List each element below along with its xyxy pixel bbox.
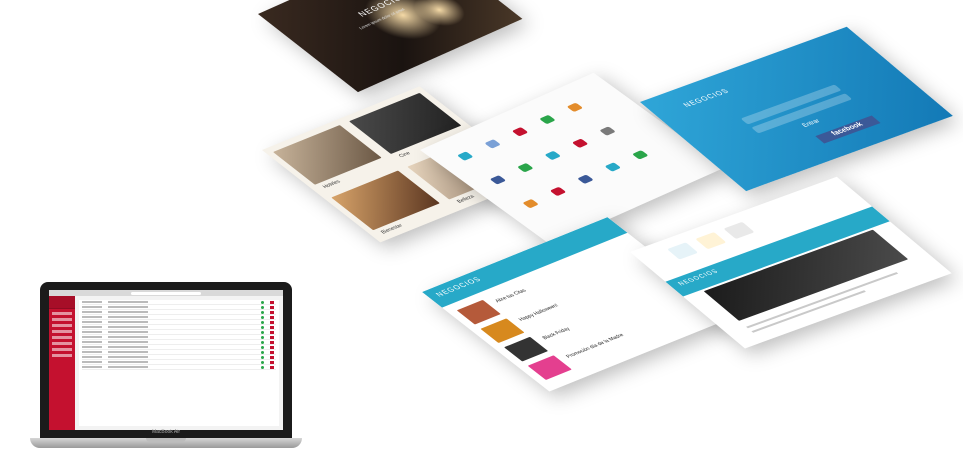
table-row[interactable] xyxy=(82,365,276,370)
news-item-3[interactable]: Promoción día de la Madre xyxy=(565,333,626,360)
admin-nav-item[interactable] xyxy=(52,312,72,315)
admin-sidebar xyxy=(49,296,75,430)
laptop-notch xyxy=(146,438,186,442)
browser-bar xyxy=(49,290,283,296)
category-label-1[interactable]: Cine xyxy=(397,151,412,159)
admin-nav-item[interactable] xyxy=(52,342,72,345)
admin-nav-item[interactable] xyxy=(52,318,72,321)
laptop-lid: MacBook Air xyxy=(40,282,292,440)
admin-nav-item[interactable] xyxy=(52,324,72,327)
admin-nav-item[interactable] xyxy=(52,330,72,333)
hero-screen: NEGOCIOS Lorem ipsum dolor sit amet xyxy=(258,0,523,93)
admin-logo xyxy=(49,296,75,309)
news-item-0[interactable]: Abre tus Citas xyxy=(494,288,529,304)
news-item-1[interactable]: Happy Halloween! xyxy=(517,303,560,322)
laptop: MacBook Air xyxy=(30,282,302,458)
admin-display xyxy=(49,290,283,430)
login-button[interactable]: Entrar xyxy=(801,119,822,129)
admin-nav-item[interactable] xyxy=(52,354,72,357)
facebook-button[interactable]: facebook xyxy=(815,115,881,144)
admin-nav-item[interactable] xyxy=(52,348,72,351)
news-item-2[interactable]: Black Friday xyxy=(541,326,572,341)
login-title: NEGOCIOS xyxy=(682,87,732,109)
admin-nav-item[interactable] xyxy=(52,336,72,339)
laptop-brand: MacBook Air xyxy=(151,429,181,435)
admin-table xyxy=(79,300,279,426)
mockup-stage: NEGOCIOS Lorem ipsum dolor sit amet Hote… xyxy=(0,0,963,465)
